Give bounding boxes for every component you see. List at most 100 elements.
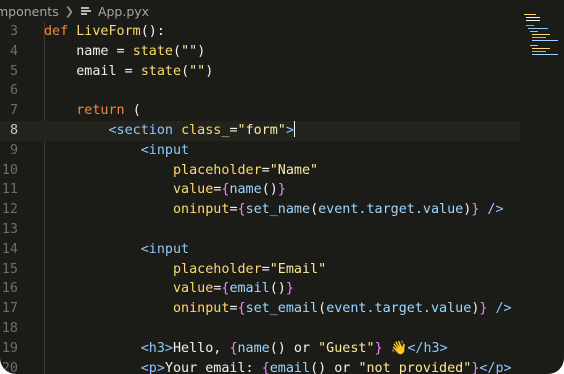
code-text: placeholder="Email" xyxy=(44,260,326,280)
code-line[interactable]: 10 placeholder="Name" xyxy=(0,161,520,181)
code-token: <input xyxy=(44,142,190,158)
code-token: value xyxy=(44,281,214,297)
code-token: /> xyxy=(479,202,504,218)
code-line[interactable]: 17 oninput={set_email(event.target.value… xyxy=(0,299,520,319)
chevron-right-icon: ❯ xyxy=(64,4,74,18)
code-token: def xyxy=(44,24,77,39)
code-token: ) xyxy=(197,43,206,59)
line-number: 4 xyxy=(9,43,18,59)
code-token: event.target.value xyxy=(318,202,464,218)
code-token: > xyxy=(285,123,294,138)
code-token: placeholder xyxy=(44,261,262,277)
code-line[interactable]: 15 placeholder="Email" xyxy=(0,260,520,280)
code-token: class_ xyxy=(181,123,230,138)
code-token: name xyxy=(237,340,270,356)
code-text: <input xyxy=(44,141,189,161)
breadcrumb: mponents ❯ App.pyx xyxy=(0,0,480,22)
code-token: "" xyxy=(181,43,198,59)
code-token: </p> xyxy=(479,360,512,374)
code-line[interactable]: 7 return ( xyxy=(0,101,520,121)
code-line[interactable]: 14 <input xyxy=(0,240,520,260)
file-lines-icon xyxy=(80,5,92,17)
code-line[interactable]: 16 value={email()} xyxy=(0,279,520,299)
code-token: = xyxy=(261,162,270,178)
line-number: 11 xyxy=(1,182,18,198)
code-token: "Email" xyxy=(269,261,327,277)
line-number: 14 xyxy=(1,241,18,257)
code-text: <input xyxy=(44,240,189,260)
code-token: ( xyxy=(132,103,141,119)
code-token: ( xyxy=(310,202,319,218)
code-token: { xyxy=(229,340,238,356)
code-token: Hello, xyxy=(173,340,230,356)
code-token: email xyxy=(229,281,270,297)
code-token: = xyxy=(229,301,238,317)
code-line[interactable]: 8 <section class_="form"> xyxy=(0,121,520,141)
code-token: email xyxy=(269,360,311,374)
code-token: email = xyxy=(44,63,141,79)
code-token: Your email: xyxy=(164,360,262,374)
code-token: /> xyxy=(487,301,512,317)
breadcrumb-file[interactable]: App.pyx xyxy=(98,4,149,19)
code-token: set_name xyxy=(245,202,311,218)
code-token: <h3> xyxy=(44,340,173,356)
line-number: 19 xyxy=(1,340,18,356)
code-token: "Name" xyxy=(269,162,319,178)
code-text: value={email()} xyxy=(44,279,294,299)
code-token: ( xyxy=(181,63,190,79)
code-token: { xyxy=(237,202,246,218)
code-line[interactable]: 4 name = state("") xyxy=(0,42,520,62)
code-token: = xyxy=(229,202,238,218)
code-editor[interactable]: 3 def LiveForm(): 4 name = state("") 5 emai… xyxy=(0,22,520,374)
minimap[interactable] xyxy=(520,12,560,62)
line-number: 16 xyxy=(1,281,18,297)
code-token: ( xyxy=(173,43,182,59)
code-token: } xyxy=(285,281,294,297)
code-line[interactable]: 13 xyxy=(0,220,520,240)
line-number: 17 xyxy=(1,301,18,317)
code-token: state xyxy=(140,63,182,79)
code-token: () xyxy=(269,281,286,297)
code-token: "not provided" xyxy=(358,360,472,374)
code-text: def LiveForm(): xyxy=(44,22,165,42)
code-text: email = state("") xyxy=(44,62,213,82)
code-line[interactable]: 18 xyxy=(0,319,520,339)
line-number: 5 xyxy=(9,63,18,79)
code-token: () or xyxy=(310,360,359,374)
code-line[interactable]: 5 email = state("") xyxy=(0,62,520,82)
code-line[interactable]: 6 xyxy=(0,81,520,101)
code-token: name = xyxy=(44,43,133,59)
code-token: LiveForm xyxy=(76,24,141,39)
code-token: <p> xyxy=(44,360,165,374)
code-line[interactable]: 19 <h3>Hello, {name() or "Guest"} 👋</h3> xyxy=(0,339,520,359)
code-token: ( xyxy=(318,301,327,317)
code-text: oninput={set_email(event.target.value)} … xyxy=(44,299,512,319)
code-token: "form" xyxy=(237,123,286,138)
code-line[interactable]: 20 <p>Your email: {email() or "not provi… xyxy=(0,359,520,374)
code-token: "" xyxy=(189,63,206,79)
code-token: oninput xyxy=(44,202,230,218)
line-number: 8 xyxy=(9,123,18,138)
code-text: oninput={set_name(event.target.value)} /… xyxy=(44,200,504,220)
code-token: "Guest" xyxy=(318,340,375,356)
code-line[interactable]: 9 <input xyxy=(0,141,520,161)
code-token: { xyxy=(261,360,270,374)
code-token: ) xyxy=(205,63,214,79)
line-number: 9 xyxy=(9,142,18,158)
code-token: event.target.value xyxy=(326,301,472,317)
line-number: 13 xyxy=(1,222,18,237)
line-number: 10 xyxy=(1,162,18,178)
breadcrumb-folder[interactable]: mponents xyxy=(0,4,59,19)
code-line[interactable]: 12 oninput={set_name(event.target.value)… xyxy=(0,200,520,220)
code-token: <section xyxy=(44,123,182,138)
code-text: return ( xyxy=(44,101,141,121)
code-token: () xyxy=(261,182,278,198)
code-text: name = state("") xyxy=(44,42,205,62)
code-line[interactable]: 3 def LiveForm(): xyxy=(0,22,520,42)
line-number: 6 xyxy=(9,83,18,99)
code-token: placeholder xyxy=(44,162,262,178)
text-cursor xyxy=(293,121,296,137)
code-token: return xyxy=(44,103,133,119)
code-text: placeholder="Name" xyxy=(44,161,318,181)
code-line[interactable]: 11 value={name()} xyxy=(0,180,520,200)
